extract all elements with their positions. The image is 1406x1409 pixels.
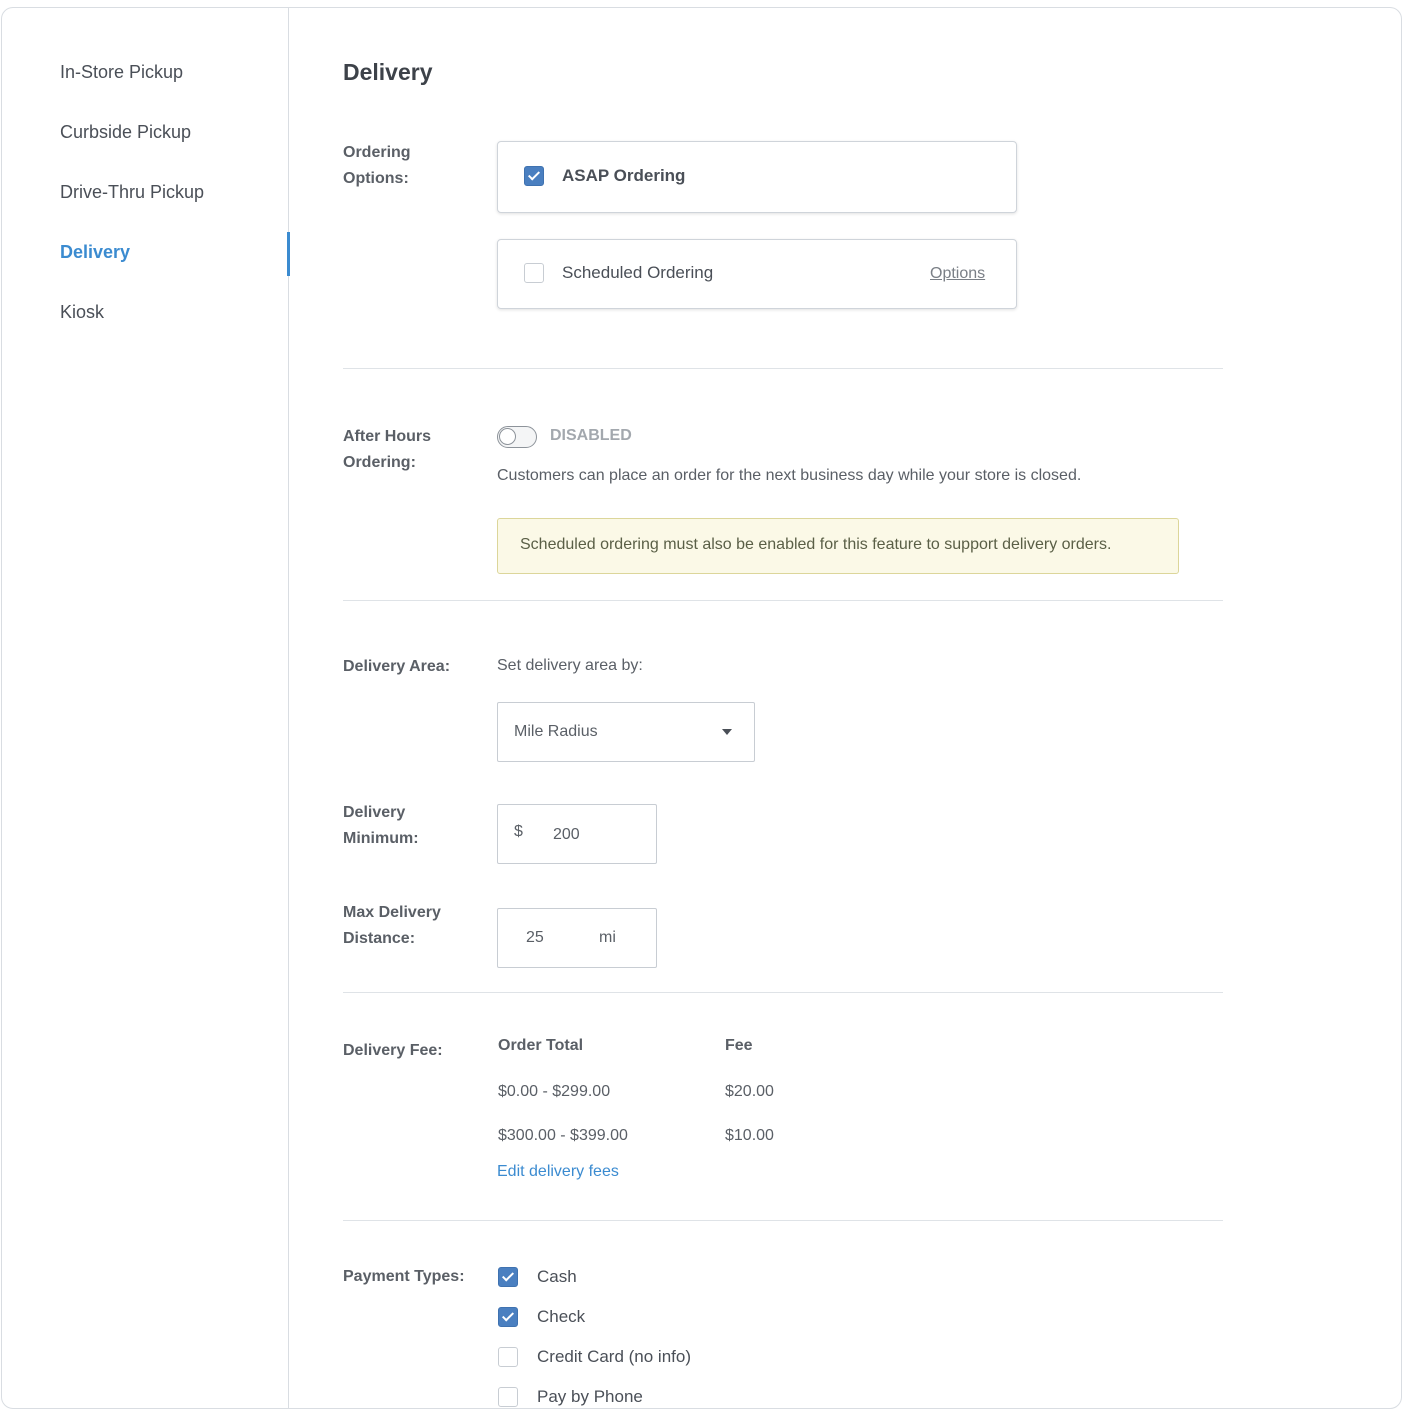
- asap-ordering-checkbox[interactable]: [524, 166, 544, 186]
- currency-symbol: $: [514, 823, 523, 840]
- ordering-options-label: Ordering Options:: [343, 144, 411, 187]
- section-divider: [343, 1220, 1223, 1221]
- section-divider: [343, 600, 1223, 601]
- sidebar-item-drive-thru-pickup[interactable]: Drive-Thru Pickup: [60, 182, 204, 203]
- payment-cash-checkbox[interactable]: [498, 1267, 518, 1287]
- max-distance-value: 25: [526, 929, 544, 946]
- sidebar-item-kiosk[interactable]: Kiosk: [60, 302, 104, 323]
- scheduled-ordering-label: Scheduled Ordering: [562, 263, 714, 282]
- delivery-area-value: Mile Radius: [514, 723, 598, 740]
- delivery-area-select[interactable]: Mile Radius: [497, 702, 755, 762]
- fee-row-amount: $20.00: [725, 1083, 774, 1100]
- delivery-minimum-label: Delivery Minimum:: [343, 804, 419, 847]
- max-distance-input[interactable]: 25 mi: [497, 908, 657, 968]
- asap-ordering-label: ASAP Ordering: [562, 166, 686, 185]
- after-hours-label: After Hours Ordering:: [343, 428, 432, 471]
- max-distance-label: Max Delivery Distance:: [343, 904, 441, 947]
- fee-row-range: $0.00 - $299.00: [498, 1083, 611, 1100]
- sidebar-item-in-store-pickup[interactable]: In-Store Pickup: [60, 62, 183, 83]
- after-hours-notice: Scheduled ordering must also be enabled …: [497, 518, 1179, 574]
- after-hours-description: Customers can place an order for the nex…: [497, 467, 1082, 484]
- settings-panel: In-Store Pickup Curbside Pickup Drive-Th…: [1, 7, 1402, 1409]
- fee-row-amount: $10.00: [725, 1127, 774, 1144]
- delivery-area-label: Delivery Area:: [343, 658, 451, 675]
- page-title: Delivery: [343, 59, 433, 85]
- section-divider: [343, 992, 1223, 993]
- chevron-down-icon: [722, 729, 732, 735]
- edit-delivery-fees-link[interactable]: Edit delivery fees: [497, 1163, 619, 1181]
- toggle-status-text: DISABLED: [550, 427, 632, 444]
- distance-unit: mi: [599, 929, 616, 946]
- scheduled-ordering-card[interactable]: Scheduled Ordering Options: [497, 239, 1017, 309]
- payment-types-label: Payment Types:: [343, 1268, 465, 1285]
- after-hours-toggle[interactable]: [497, 426, 537, 448]
- scheduled-options-link[interactable]: Options: [930, 265, 985, 283]
- sidebar-item-delivery[interactable]: Delivery: [60, 242, 130, 263]
- payment-pay-by-phone-checkbox[interactable]: [498, 1387, 518, 1407]
- payment-credit-card-checkbox[interactable]: [498, 1347, 518, 1367]
- payment-cash-label: Cash: [537, 1267, 577, 1286]
- payment-check-checkbox[interactable]: [498, 1307, 518, 1327]
- payment-pay-by-phone-label: Pay by Phone: [537, 1387, 643, 1406]
- section-divider: [343, 368, 1223, 369]
- delivery-minimum-input[interactable]: $ 200: [497, 804, 657, 864]
- sidebar-item-curbside-pickup[interactable]: Curbside Pickup: [60, 122, 191, 143]
- payment-credit-card-label: Credit Card (no info): [537, 1347, 692, 1366]
- asap-ordering-card[interactable]: ASAP Ordering: [497, 141, 1017, 213]
- delivery-fee-label: Delivery Fee:: [343, 1042, 443, 1059]
- fee-column-fee: Fee: [725, 1037, 753, 1054]
- delivery-minimum-value: 200: [553, 826, 580, 843]
- delivery-area-prompt: Set delivery area by:: [497, 657, 643, 674]
- scheduled-ordering-checkbox[interactable]: [524, 263, 544, 283]
- fee-row-range: $300.00 - $399.00: [498, 1127, 628, 1144]
- fee-column-order-total: Order Total: [498, 1037, 584, 1054]
- payment-check-label: Check: [537, 1307, 586, 1326]
- sidebar-nav: In-Store Pickup Curbside Pickup Drive-Th…: [2, 8, 290, 1408]
- main-content: Delivery Ordering Options: ASAP Ordering…: [289, 8, 1401, 1408]
